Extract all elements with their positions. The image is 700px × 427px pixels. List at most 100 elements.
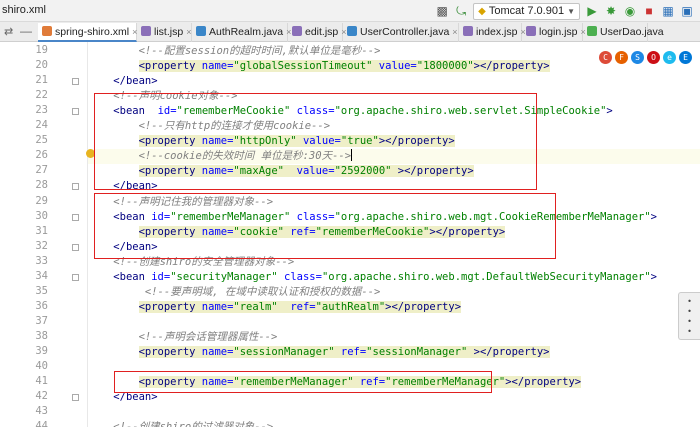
attribute-name-token: name= <box>201 346 234 358</box>
chrome-icon[interactable]: C <box>599 51 612 64</box>
fold-marker-icon[interactable] <box>72 78 79 86</box>
tab-label: login.jsp <box>539 26 578 38</box>
build-config-icon[interactable]: ▩ <box>435 4 449 18</box>
close-tab-icon[interactable]: × <box>186 27 191 37</box>
fold-marker-icon[interactable] <box>72 108 79 116</box>
fold-marker-icon[interactable] <box>72 273 79 281</box>
code-line[interactable] <box>88 315 700 330</box>
tab-label: index.jsp <box>476 26 518 38</box>
attribute-value-token: "realm" <box>233 300 278 313</box>
tag-token: ></property> <box>505 376 582 389</box>
tab-login-jsp[interactable]: login.jsp × <box>522 23 586 42</box>
attribute-name-token: class= <box>277 270 322 283</box>
line-number: 22 <box>35 89 48 102</box>
line-number: 30 <box>35 209 48 222</box>
line-number: 23 <box>35 104 48 117</box>
indent-token <box>88 75 113 87</box>
line-number: 27 <box>35 164 48 177</box>
attribute-name-token: ref= <box>334 346 367 358</box>
run-icon[interactable]: ▶ <box>585 4 599 18</box>
comment-token: <!--声明会话管理器属性--> <box>138 330 278 343</box>
code-line[interactable]: <property name="realm" ref="authRealm"><… <box>88 300 700 315</box>
line-number: 25 <box>35 134 48 147</box>
attribute-name-token: id= <box>151 270 171 283</box>
safari-icon[interactable]: S <box>631 51 644 64</box>
code-line[interactable] <box>88 405 700 420</box>
line-number: 32 <box>35 239 48 252</box>
ie-icon[interactable]: e <box>663 51 676 64</box>
split-icon[interactable]: ⇄ <box>4 25 13 38</box>
attribute-name-token: value= <box>372 60 417 73</box>
annotation-box-remember-property <box>114 371 492 393</box>
project-structure-icon[interactable]: ▦ <box>661 4 675 18</box>
line-number: 21 <box>35 74 48 87</box>
line-number: 19 <box>35 44 48 56</box>
xml-file-icon <box>42 26 52 36</box>
line-number: 37 <box>35 314 48 327</box>
line-number: 41 <box>35 375 48 388</box>
tag-token: ></property> <box>467 346 550 358</box>
comment-token: <!--配置session的超时时间,默认单位是毫秒--> <box>138 45 381 57</box>
indent-token <box>88 391 113 403</box>
collapse-icon[interactable]: — <box>20 24 32 38</box>
opera-icon[interactable]: O <box>647 51 660 64</box>
side-widget-text: • • • • <box>687 297 692 336</box>
fold-marker-icon[interactable] <box>72 183 79 191</box>
tab-label: UserController.java <box>360 26 450 38</box>
code-line[interactable]: <!--声明会话管理器属性--> <box>88 330 700 345</box>
line-number: 31 <box>35 224 48 237</box>
comment-token: <!--要声明域, 在域中读取认证和授权的数据--> <box>144 285 381 298</box>
fold-marker-icon[interactable] <box>72 243 79 251</box>
tab-label: UserDao.java <box>600 26 664 38</box>
annotation-box-remember-manager <box>94 193 556 259</box>
jsp-file-icon <box>463 26 473 36</box>
tab-label: edit.jsp <box>305 26 339 38</box>
sdk-icon[interactable]: ▣ <box>680 4 694 18</box>
attribute-value-token: "1800000" <box>416 60 474 73</box>
line-number: 42 <box>35 390 48 403</box>
code-line[interactable]: </bean> <box>88 74 700 89</box>
code-line[interactable]: <!--创建shiro的过滤器对象--> <box>88 420 700 427</box>
edge-icon[interactable]: E <box>679 51 692 64</box>
tab-userdao-java[interactable]: UserDao.java <box>583 23 664 42</box>
tag-token: <property <box>138 60 202 73</box>
tag-token: > <box>650 210 657 223</box>
side-panel-widget[interactable]: • • • • <box>678 292 700 340</box>
code-line[interactable]: <!--要声明域, 在域中读取认证和授权的数据--> <box>88 285 700 300</box>
code-line[interactable]: <bean id="securityManager" class="org.ap… <box>88 270 700 285</box>
close-tab-icon[interactable]: × <box>452 27 457 37</box>
java-class-icon <box>347 26 357 36</box>
coverage-icon[interactable]: ◉ <box>623 4 637 18</box>
jsp-file-icon <box>292 26 302 36</box>
line-number: 34 <box>35 269 48 282</box>
tag-token: <bean <box>113 270 152 283</box>
code-line[interactable]: <property name="sessionManager" ref="ses… <box>88 345 700 360</box>
tab-authrealm-java[interactable]: AuthRealm.java × <box>192 23 291 42</box>
run-config-label: Tomcat 7.0.901 <box>488 4 565 17</box>
debug-icon[interactable]: ✸ <box>604 4 618 18</box>
hammer-icon[interactable]: ⤿ <box>454 4 468 18</box>
fold-marker-icon[interactable] <box>72 394 79 402</box>
line-number: 40 <box>35 360 48 373</box>
tag-token: <property <box>138 300 202 313</box>
fold-marker-icon[interactable] <box>72 213 79 221</box>
project-title: shiro.xml <box>2 4 47 16</box>
tab-list-jsp[interactable]: list.jsp × <box>137 23 192 42</box>
title-bar: shiro.xml ▩ ⤿ ◆ Tomcat 7.0.901 ▼ ▶ ✸ ◉ ■… <box>0 0 700 22</box>
annotation-box-cookie <box>94 93 537 190</box>
tab-spring-shiro-xml[interactable]: spring-shiro.xml × <box>38 23 137 42</box>
line-number: 36 <box>35 299 48 312</box>
jsp-file-icon <box>141 26 151 36</box>
tab-index-jsp[interactable]: index.jsp × <box>459 23 526 42</box>
line-number: 35 <box>35 284 48 297</box>
stop-icon[interactable]: ■ <box>642 4 656 18</box>
run-configuration-select[interactable]: ◆ Tomcat 7.0.901 ▼ <box>473 2 580 20</box>
firefox-icon[interactable]: F <box>615 51 628 64</box>
indent-token <box>88 60 139 72</box>
tab-usercontroller-java[interactable]: UserController.java × <box>343 23 459 42</box>
tab-edit-jsp[interactable]: edit.jsp × <box>288 23 347 42</box>
line-number: 28 <box>35 179 48 192</box>
line-number-gutter: 19 20 21 22 23 24 25 26 27 28 29 30 31 32 33 34 35 36 37 38… <box>0 42 88 427</box>
indent-token <box>88 286 145 298</box>
attribute-value-token: "authRealm" <box>315 300 386 313</box>
